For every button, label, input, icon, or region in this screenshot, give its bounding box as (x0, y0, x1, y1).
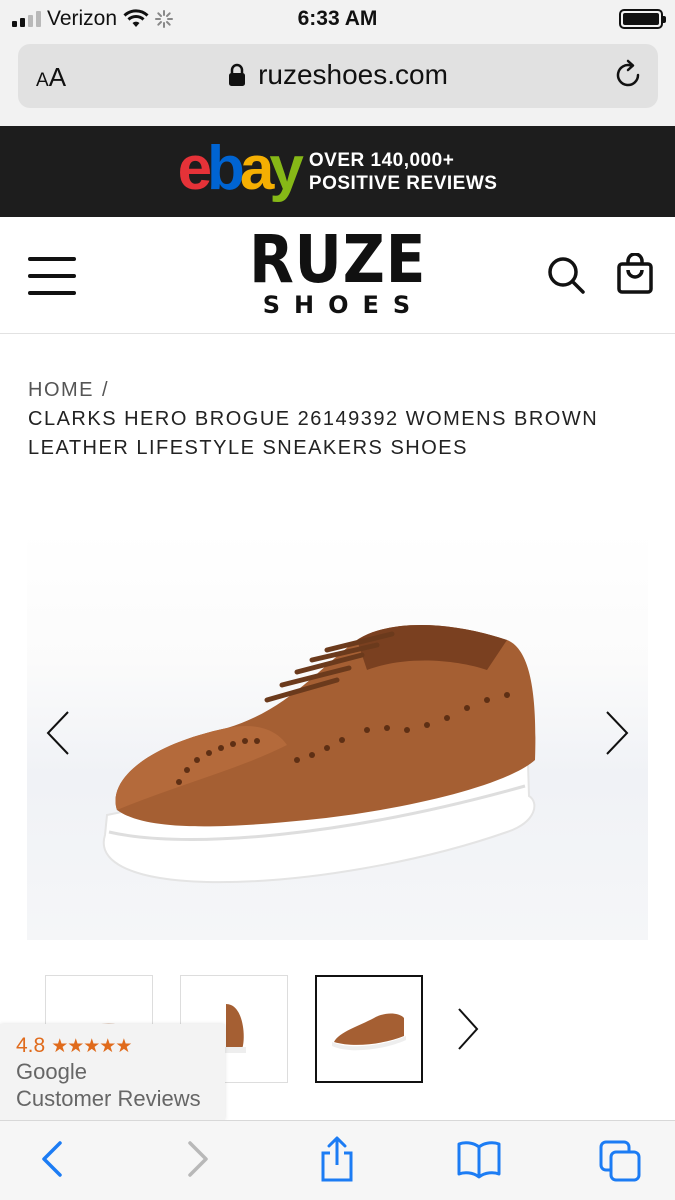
url-display[interactable]: ruzeshoes.com (18, 59, 658, 91)
breadcrumb: HOME / CLARKS HERO BROGUE 26149392 WOMENS… (28, 376, 648, 463)
status-time: 6:33 AM (297, 7, 378, 30)
lock-icon (229, 63, 246, 86)
thumbnail-next-arrow-icon[interactable] (456, 1007, 480, 1051)
thumbnail-3[interactable] (315, 975, 423, 1083)
ebay-promo-banner[interactable]: ebay OVER 140,000+ POSITIVE REVIEWS (0, 126, 675, 217)
previous-image-arrow-icon[interactable] (45, 710, 71, 756)
google-reviews-badge[interactable]: 4.8 ★★★★★ Google Customer Reviews (0, 1024, 225, 1120)
bookmarks-icon[interactable] (456, 1139, 502, 1179)
next-image-arrow-icon[interactable] (604, 710, 630, 756)
reviews-google-label: Google (16, 1059, 87, 1084)
search-icon[interactable] (546, 255, 586, 295)
browser-toolbar (0, 1120, 675, 1200)
product-image-gallery[interactable] (27, 530, 648, 940)
product-image (102, 625, 536, 884)
rating-row: 4.8 ★★★★★ (16, 1034, 225, 1058)
breadcrumb-home-link[interactable]: HOME (28, 379, 94, 401)
back-icon[interactable] (40, 1139, 64, 1179)
thumbnail-image (332, 1013, 406, 1051)
forward-icon[interactable] (186, 1139, 210, 1179)
breadcrumb-current: CLARKS HERO BROGUE 26149392 WOMENS BROWN… (28, 408, 599, 459)
promo-line-2: POSITIVE REVIEWS (308, 172, 498, 194)
url-field[interactable]: AA ruzeshoes.com (18, 44, 658, 108)
shopping-bag-icon[interactable] (616, 253, 654, 295)
rating-value: 4.8 (16, 1034, 46, 1057)
breadcrumb-separator: / (102, 379, 110, 401)
browser-address-bar: AA ruzeshoes.com (0, 38, 675, 126)
ebay-logo: ebay (177, 133, 304, 203)
star-rating-icon: ★★★★★ (51, 1035, 132, 1057)
logo-main-text: RUZE (248, 221, 427, 298)
tabs-icon[interactable] (598, 1139, 642, 1183)
reviews-customer-label: Customer Reviews (16, 1086, 201, 1111)
share-icon[interactable] (318, 1135, 356, 1183)
status-bar: Verizon 6:33 AM (0, 0, 675, 38)
promo-text: OVER 140,000+ POSITIVE REVIEWS (309, 149, 498, 195)
promo-line-1: OVER 140,000+ (308, 149, 455, 171)
battery-icon (619, 9, 666, 29)
url-text: ruzeshoes.com (258, 59, 448, 90)
site-header: RUZE SHOES (0, 217, 675, 334)
reload-icon[interactable] (612, 59, 644, 91)
